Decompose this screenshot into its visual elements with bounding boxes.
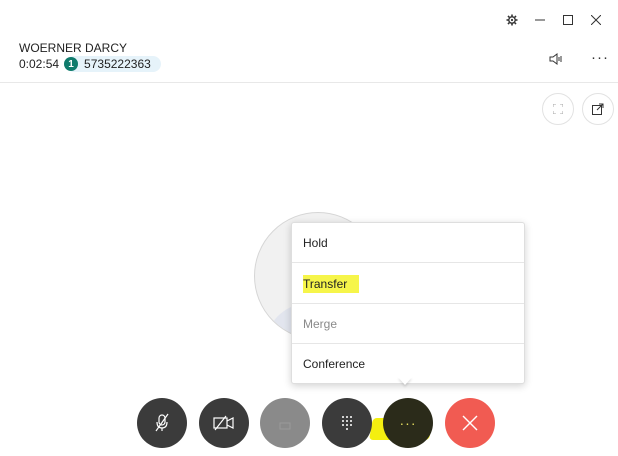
gear-icon xyxy=(506,14,518,26)
menu-item-hold[interactable]: Hold xyxy=(292,223,524,263)
speaker-icon xyxy=(549,53,562,65)
more-icon: ··· xyxy=(591,49,609,66)
video-button[interactable] xyxy=(199,398,249,448)
more-options-button[interactable]: ··· xyxy=(383,398,433,448)
ellipsis-icon: ··· xyxy=(399,415,417,431)
close-window-button[interactable] xyxy=(582,6,610,34)
menu-item-label: Hold xyxy=(303,235,328,250)
popout-button[interactable] xyxy=(582,93,614,125)
menu-item-transfer[interactable]: Transfer xyxy=(292,264,524,304)
line-badge: 1 xyxy=(64,57,79,71)
maximize-icon xyxy=(563,15,573,25)
dialpad-icon xyxy=(342,416,352,430)
mute-button[interactable] xyxy=(137,398,187,448)
menu-item-label: Conference xyxy=(303,357,366,371)
dialpad-button[interactable] xyxy=(322,398,372,448)
title-bar xyxy=(498,0,610,40)
caller-name: WOERNER DARCY xyxy=(19,41,128,55)
popout-icon xyxy=(592,103,604,115)
close-icon xyxy=(462,415,478,431)
maximize-button[interactable] xyxy=(554,6,582,34)
fullscreen-icon xyxy=(553,104,563,114)
more-options-menu: Hold Transfer Merge Conference xyxy=(291,222,525,384)
call-info: 0:02:54 1 5735222363 xyxy=(19,56,161,72)
call-timer: 0:02:54 xyxy=(19,57,60,71)
camera-off-icon xyxy=(213,415,234,431)
settings-button[interactable] xyxy=(498,6,526,34)
call-header: WOERNER DARCY 0:02:54 1 5735222363 ··· xyxy=(0,40,618,83)
menu-pointer xyxy=(398,377,412,385)
speaker-button[interactable] xyxy=(549,52,563,69)
hold-button[interactable] xyxy=(260,398,310,448)
hold-icon xyxy=(279,422,291,430)
more-button[interactable]: ··· xyxy=(591,49,609,66)
menu-item-merge[interactable]: Merge xyxy=(292,304,524,344)
fullscreen-button[interactable] xyxy=(542,93,574,125)
menu-item-label: Transfer xyxy=(303,274,360,293)
minimize-icon xyxy=(535,19,545,21)
mic-off-icon xyxy=(155,413,169,432)
menu-item-label: Merge xyxy=(303,316,338,331)
close-icon xyxy=(591,15,601,25)
minimize-button[interactable] xyxy=(526,6,554,34)
hang-up-button[interactable] xyxy=(445,398,495,448)
phone-number: 5735222363 xyxy=(66,56,161,72)
